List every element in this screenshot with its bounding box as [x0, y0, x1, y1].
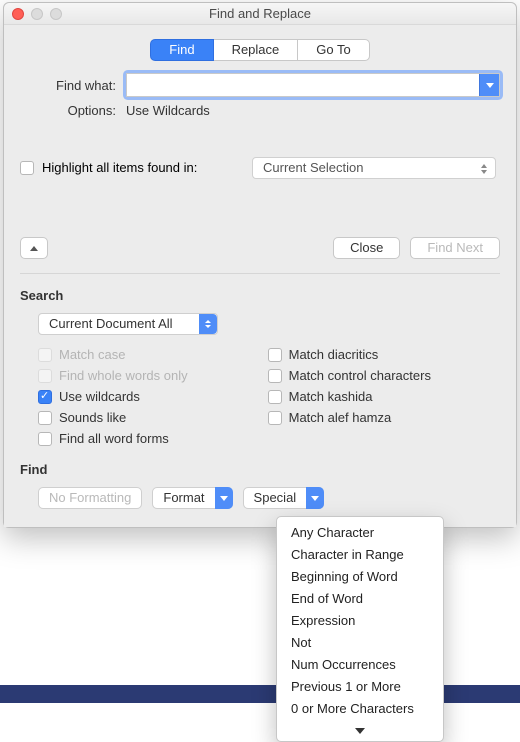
tab-goto[interactable]: Go To — [298, 39, 369, 61]
match-diacritics-label: Match diacritics — [289, 347, 379, 362]
chevron-up-icon — [30, 246, 38, 251]
sounds-like-row: Sounds like — [38, 410, 188, 425]
menu-item-previous-1-or-more[interactable]: Previous 1 or More — [277, 676, 443, 698]
options-label: Options: — [20, 103, 126, 118]
find-replace-dialog: Find and Replace Find Replace Go To Find… — [3, 2, 517, 528]
tab-switcher: Find Replace Go To — [20, 39, 500, 61]
find-what-combo — [126, 73, 500, 97]
dialog-content: Find Replace Go To Find what: Options: U… — [4, 25, 516, 527]
updown-icon — [477, 161, 491, 177]
close-button[interactable]: Close — [333, 237, 400, 259]
minimize-window-icon — [31, 8, 43, 20]
whole-words-label: Find whole words only — [59, 368, 188, 383]
menu-item-character-in-range[interactable]: Character in Range — [277, 544, 443, 566]
match-case-label: Match case — [59, 347, 125, 362]
sounds-like-checkbox[interactable] — [38, 411, 52, 425]
match-case-checkbox — [38, 348, 52, 362]
sounds-like-label: Sounds like — [59, 410, 126, 425]
tab-find[interactable]: Find — [150, 39, 213, 61]
match-alef-label: Match alef hamza — [289, 410, 392, 425]
options-row: Options: Use Wildcards — [20, 103, 500, 118]
titlebar: Find and Replace — [4, 3, 516, 25]
menu-item-num-occurrences[interactable]: Num Occurrences — [277, 654, 443, 676]
collapse-button[interactable] — [20, 237, 48, 259]
use-wildcards-label: Use wildcards — [59, 389, 140, 404]
search-options-right: Match diacritics Match control character… — [268, 347, 431, 446]
tab-replace[interactable]: Replace — [214, 39, 299, 61]
match-kashida-checkbox[interactable] — [268, 390, 282, 404]
whole-words-checkbox — [38, 369, 52, 383]
special-label: Special — [254, 488, 297, 508]
match-alef-checkbox[interactable] — [268, 411, 282, 425]
window-controls — [12, 8, 62, 20]
search-scope-value: Current Document All — [49, 316, 173, 331]
match-kashida-row: Match kashida — [268, 389, 431, 404]
find-what-history-icon[interactable] — [479, 74, 499, 96]
no-formatting-button[interactable]: No Formatting — [38, 487, 142, 509]
zoom-window-icon — [50, 8, 62, 20]
use-wildcards-row: Use wildcards — [38, 389, 188, 404]
format-label: Format — [163, 488, 204, 508]
match-case-row: Match case — [38, 347, 188, 362]
match-control-label: Match control characters — [289, 368, 431, 383]
close-window-icon[interactable] — [12, 8, 24, 20]
separator — [20, 273, 500, 274]
special-popup-menu: Any Character Character in Range Beginni… — [276, 516, 444, 742]
options-value: Use Wildcards — [126, 103, 210, 118]
find-next-button[interactable]: Find Next — [410, 237, 500, 259]
menu-scroll-down-icon[interactable] — [277, 720, 443, 738]
menu-item-end-of-word[interactable]: End of Word — [277, 588, 443, 610]
action-button-row: Close Find Next — [20, 237, 500, 259]
highlight-scope-select[interactable]: Current Selection — [252, 157, 496, 179]
word-forms-checkbox[interactable] — [38, 432, 52, 446]
match-kashida-label: Match kashida — [289, 389, 373, 404]
use-wildcards-checkbox[interactable] — [38, 390, 52, 404]
search-heading: Search — [20, 288, 500, 303]
match-alef-row: Match alef hamza — [268, 410, 431, 425]
find-what-row: Find what: — [20, 73, 500, 97]
format-menu-button[interactable]: Format — [152, 487, 232, 509]
match-control-row: Match control characters — [268, 368, 431, 383]
search-options-left: Match case Find whole words only Use wil… — [38, 347, 188, 446]
search-options: Match case Find whole words only Use wil… — [20, 347, 500, 446]
menu-item-0-or-more-characters[interactable]: 0 or More Characters — [277, 698, 443, 720]
special-menu-button[interactable]: Special — [243, 487, 325, 509]
menu-item-beginning-of-word[interactable]: Beginning of Word — [277, 566, 443, 588]
updown-icon — [199, 314, 217, 334]
word-forms-label: Find all word forms — [59, 431, 169, 446]
find-heading: Find — [20, 462, 500, 477]
highlight-label: Highlight all items found in: — [42, 160, 197, 175]
find-what-input[interactable] — [126, 73, 500, 97]
whole-words-row: Find whole words only — [38, 368, 188, 383]
menu-item-expression[interactable]: Expression — [277, 610, 443, 632]
highlight-checkbox[interactable] — [20, 161, 34, 175]
word-forms-row: Find all word forms — [38, 431, 188, 446]
find-format-row: No Formatting Format Special — [20, 487, 500, 509]
match-diacritics-row: Match diacritics — [268, 347, 431, 362]
no-formatting-label: No Formatting — [49, 488, 131, 508]
menu-item-not[interactable]: Not — [277, 632, 443, 654]
window-title: Find and Replace — [209, 6, 311, 21]
chevron-down-icon — [215, 487, 233, 509]
match-control-checkbox[interactable] — [268, 369, 282, 383]
search-scope-select[interactable]: Current Document All — [38, 313, 218, 335]
chevron-down-icon — [306, 487, 324, 509]
find-what-label: Find what: — [20, 78, 126, 93]
match-diacritics-checkbox[interactable] — [268, 348, 282, 362]
menu-item-any-character[interactable]: Any Character — [277, 522, 443, 544]
highlight-scope-value: Current Selection — [263, 160, 363, 175]
